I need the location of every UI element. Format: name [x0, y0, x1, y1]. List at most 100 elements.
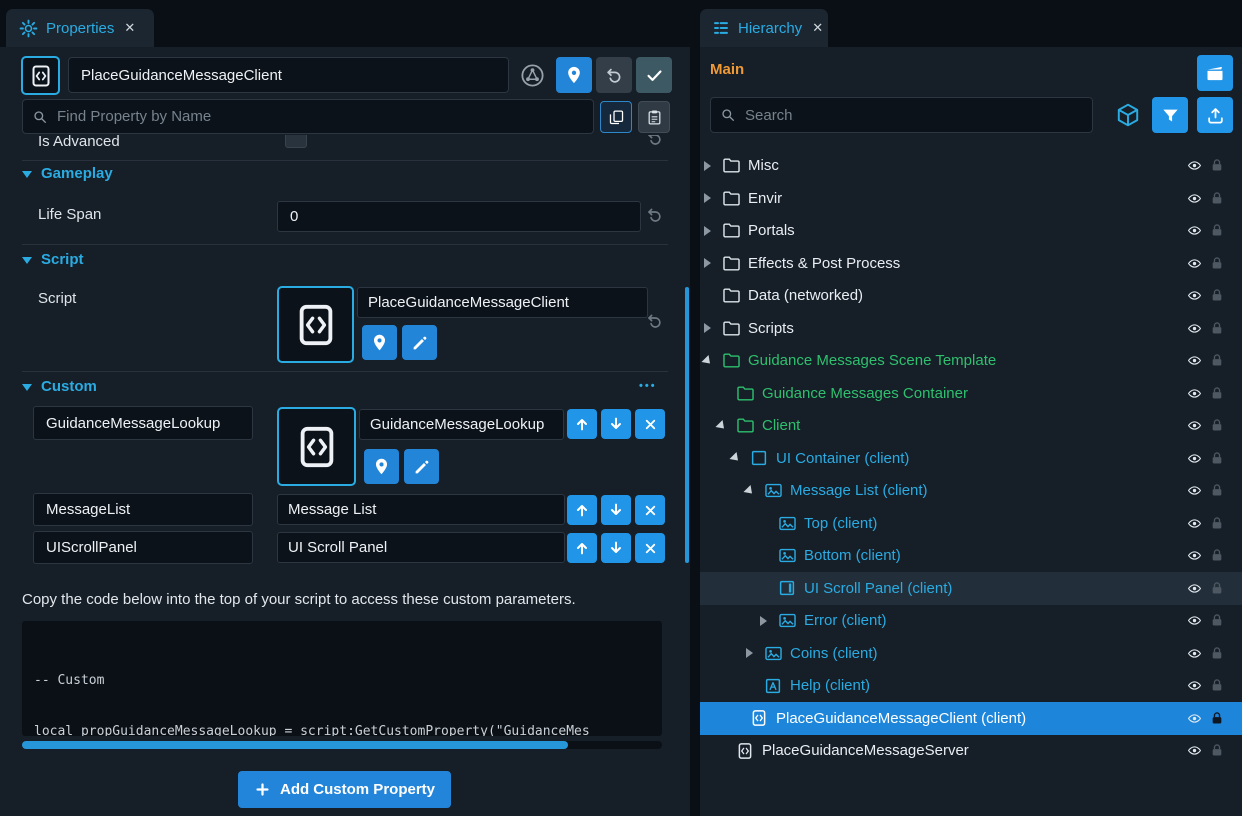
lock-icon[interactable]: [1207, 474, 1227, 507]
script-asset-tile[interactable]: [277, 286, 354, 363]
expand-arrow[interactable]: [729, 442, 741, 475]
move-up-button[interactable]: [567, 495, 597, 525]
eye-icon[interactable]: [1182, 474, 1206, 507]
eye-icon[interactable]: [1182, 409, 1206, 442]
lock-icon[interactable]: [1207, 442, 1227, 475]
reset-icon[interactable]: [645, 205, 665, 225]
eye-icon[interactable]: [1182, 539, 1206, 572]
delete-button[interactable]: [635, 533, 665, 563]
close-icon[interactable]: ✕: [124, 20, 135, 36]
object-name-input[interactable]: [68, 57, 509, 93]
lock-icon[interactable]: [1207, 377, 1227, 410]
paste-button[interactable]: [638, 101, 670, 133]
lock-icon[interactable]: [1207, 669, 1227, 702]
move-down-button[interactable]: [601, 533, 631, 563]
edit-script-button[interactable]: [404, 449, 439, 484]
expand-arrow[interactable]: [701, 149, 713, 182]
tree-row[interactable]: Effects & Post Process: [700, 247, 1242, 280]
find-asset-button[interactable]: [364, 449, 399, 484]
eye-icon[interactable]: [1182, 734, 1206, 767]
find-asset-button[interactable]: [556, 57, 592, 93]
custom-name-input[interactable]: [33, 493, 253, 526]
tree-row[interactable]: UI Scroll Panel (client): [700, 572, 1242, 605]
eye-icon[interactable]: [1182, 312, 1206, 345]
tab-properties[interactable]: Properties ✕: [6, 9, 154, 47]
tree-row[interactable]: Top (client): [700, 507, 1242, 540]
v-scrollbar-thumb[interactable]: [685, 287, 689, 563]
expand-arrow[interactable]: [743, 637, 755, 670]
edit-script-button[interactable]: [402, 325, 437, 360]
tree-row[interactable]: Coins (client): [700, 637, 1242, 670]
tree-row[interactable]: Help (client): [700, 669, 1242, 702]
move-down-button[interactable]: [601, 495, 631, 525]
eye-icon[interactable]: [1182, 572, 1206, 605]
eye-icon[interactable]: [1182, 214, 1206, 247]
tree-row[interactable]: UI Container (client): [700, 442, 1242, 475]
eye-icon[interactable]: [1182, 669, 1206, 702]
eye-icon[interactable]: [1182, 702, 1206, 735]
tree-row[interactable]: PlaceGuidanceMessageServer: [700, 734, 1242, 767]
life-span-input[interactable]: [277, 201, 641, 232]
code-block[interactable]: -- Custom local propGuidanceMessageLooku…: [22, 621, 662, 736]
eye-icon[interactable]: [1182, 247, 1206, 280]
tree-row[interactable]: Portals: [700, 214, 1242, 247]
expand-arrow[interactable]: [715, 409, 727, 442]
eye-icon[interactable]: [1182, 442, 1206, 475]
move-up-button[interactable]: [567, 409, 597, 439]
tree-row[interactable]: Message List (client): [700, 474, 1242, 507]
expand-arrow[interactable]: [701, 182, 713, 215]
tree-row-selected[interactable]: PlaceGuidanceMessageClient (client): [700, 702, 1242, 735]
lock-icon[interactable]: [1207, 702, 1227, 735]
expand-arrow[interactable]: [701, 214, 713, 247]
eye-icon[interactable]: [1182, 149, 1206, 182]
eye-icon[interactable]: [1182, 507, 1206, 540]
find-asset-button[interactable]: [362, 325, 397, 360]
tree-row[interactable]: Guidance Messages Container: [700, 377, 1242, 410]
tree-row[interactable]: Client: [700, 409, 1242, 442]
expand-arrow[interactable]: [701, 344, 713, 377]
expand-arrow[interactable]: [701, 247, 713, 280]
tree-row[interactable]: Bottom (client): [700, 539, 1242, 572]
overflow-menu-icon[interactable]: •••: [639, 380, 657, 392]
tree-row[interactable]: Envir: [700, 182, 1242, 215]
move-down-button[interactable]: [601, 409, 631, 439]
lock-icon[interactable]: [1207, 344, 1227, 377]
custom-name-input[interactable]: [33, 406, 253, 440]
expand-arrow[interactable]: [701, 312, 713, 345]
eye-icon[interactable]: [1182, 637, 1206, 670]
tree-row[interactable]: Misc: [700, 149, 1242, 182]
lock-icon[interactable]: [1207, 214, 1227, 247]
lock-icon[interactable]: [1207, 637, 1227, 670]
lock-icon[interactable]: [1207, 182, 1227, 215]
section-script[interactable]: Script: [22, 251, 84, 268]
apply-button[interactable]: [636, 57, 672, 93]
lock-icon[interactable]: [1207, 604, 1227, 637]
undo-button[interactable]: [596, 57, 632, 93]
expand-arrow[interactable]: [743, 474, 755, 507]
section-gameplay[interactable]: Gameplay: [22, 165, 113, 182]
add-custom-property-button[interactable]: Add Custom Property: [238, 771, 451, 808]
eye-icon[interactable]: [1182, 377, 1206, 410]
custom-name-input[interactable]: [33, 531, 253, 564]
lock-icon[interactable]: [1207, 312, 1227, 345]
eye-icon[interactable]: [1182, 344, 1206, 377]
lock-icon[interactable]: [1207, 279, 1227, 312]
lock-icon[interactable]: [1207, 149, 1227, 182]
expand-arrow[interactable]: [757, 604, 769, 637]
move-up-button[interactable]: [567, 533, 597, 563]
lock-icon[interactable]: [1207, 507, 1227, 540]
tab-hierarchy[interactable]: Hierarchy ✕: [700, 9, 828, 47]
h-scrollbar-thumb[interactable]: [22, 741, 568, 749]
lock-icon[interactable]: [1207, 539, 1227, 572]
network-icon[interactable]: [516, 59, 548, 91]
lock-icon[interactable]: [1207, 247, 1227, 280]
tree-row[interactable]: Error (client): [700, 604, 1242, 637]
tree-row[interactable]: Scripts: [700, 312, 1242, 345]
eye-icon[interactable]: [1182, 604, 1206, 637]
reset-icon[interactable]: [645, 311, 665, 331]
tree-row[interactable]: Guidance Messages Scene Template: [700, 344, 1242, 377]
tree-row[interactable]: Data (networked): [700, 279, 1242, 312]
close-icon[interactable]: ✕: [812, 20, 823, 36]
lock-icon[interactable]: [1207, 409, 1227, 442]
find-property-input[interactable]: [22, 99, 594, 134]
